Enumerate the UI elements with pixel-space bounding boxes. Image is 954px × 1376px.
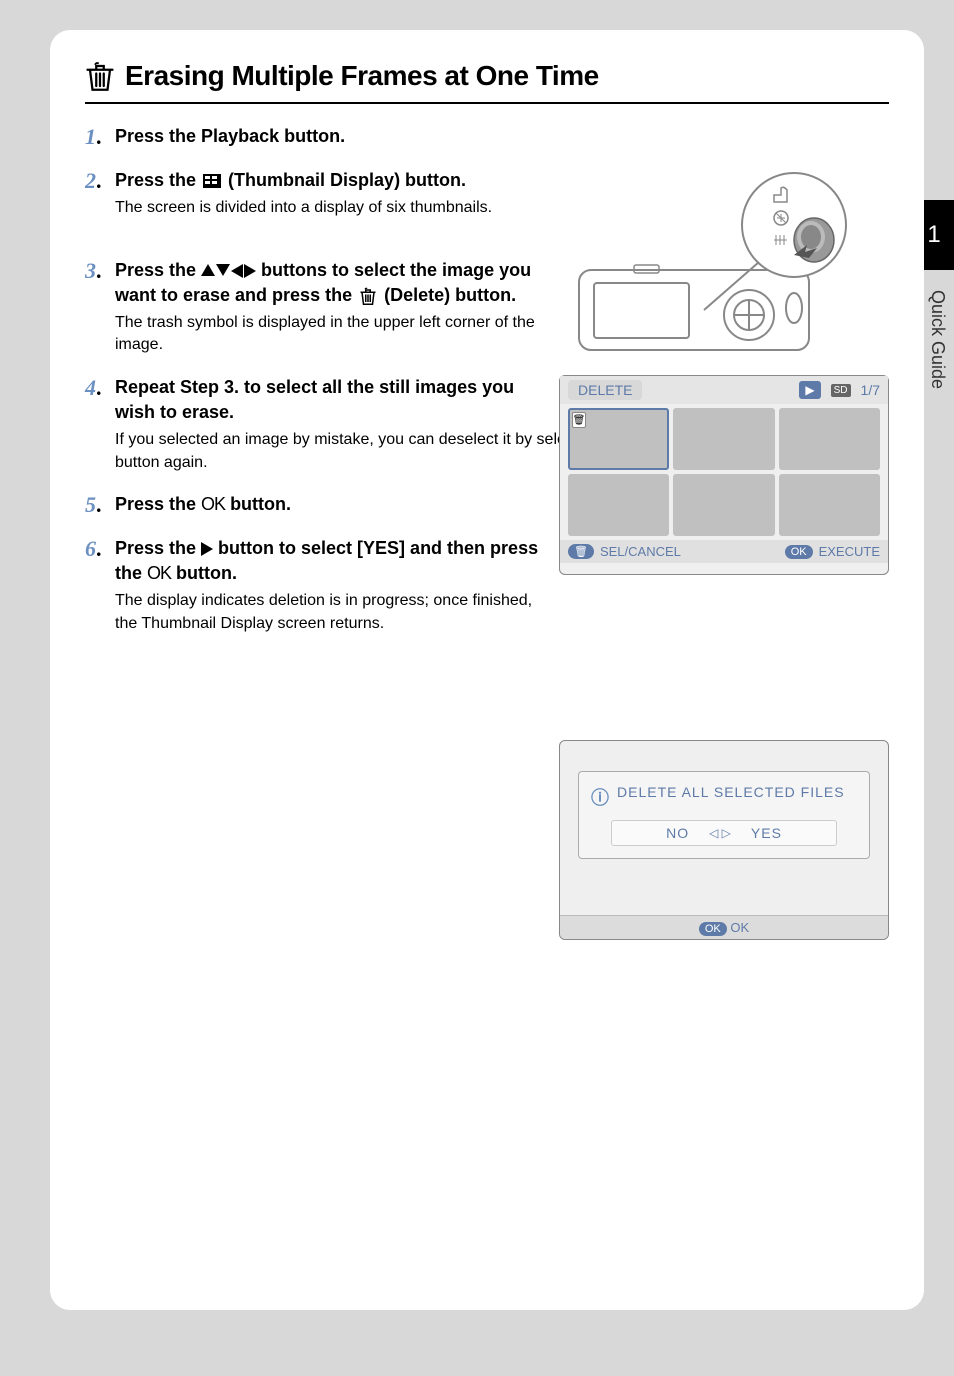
step-title: Press the (Thumbnail Display) button. xyxy=(115,168,545,193)
thumbnail-footer: 🗑 SEL/CANCEL OK EXECUTE xyxy=(560,540,888,563)
thumbnail-display-icon xyxy=(203,174,221,188)
step-number: 3. xyxy=(85,258,115,357)
thumbnail-item[interactable] xyxy=(568,474,669,536)
step-number: 6. xyxy=(85,536,115,635)
no-button[interactable]: NO xyxy=(666,825,689,841)
ok-badge: OK xyxy=(699,922,727,936)
chapter-number: 1 xyxy=(927,221,940,249)
thumbnail-grid: 🗑 xyxy=(560,404,888,540)
confirm-dialog: ⓘ DELETE ALL SELECTED FILES NO ◁ ▷ YES xyxy=(578,771,870,859)
step-title: Repeat Step 3. to select all the still i… xyxy=(115,375,545,425)
delete-mode-label: DELETE xyxy=(568,380,642,400)
step-title: Press the buttons to select the image yo… xyxy=(115,258,545,308)
step-description: The trash symbol is displayed in the upp… xyxy=(115,312,545,357)
chapter-label: Quick Guide xyxy=(927,290,948,389)
step-description: The display indicates deletion is in pro… xyxy=(115,590,545,635)
section-title: Erasing Multiple Frames at One Time xyxy=(125,60,599,92)
confirm-message: DELETE ALL SELECTED FILES xyxy=(617,784,845,800)
thumbnail-item[interactable] xyxy=(779,474,880,536)
ok-label: OK xyxy=(730,920,749,935)
step-title: Press the OK button. xyxy=(115,492,545,517)
step-number: 5. xyxy=(85,492,115,518)
thumbnail-header: DELETE ▶ SD 1/7 xyxy=(560,376,888,404)
step-title: Press the Playback button. xyxy=(115,124,545,149)
sd-card-icon: SD xyxy=(831,384,851,397)
step-number: 4. xyxy=(85,375,115,474)
dpad-icon xyxy=(201,264,256,278)
thumbnail-item[interactable]: 🗑 xyxy=(568,408,669,470)
section-header: Erasing Multiple Frames at One Time xyxy=(85,60,889,104)
page-indicator: 1/7 xyxy=(861,382,880,398)
right-arrow-icon xyxy=(201,542,213,556)
thumbnail-item[interactable] xyxy=(673,408,774,470)
execute-label: EXECUTE xyxy=(819,544,880,559)
thumbnail-item[interactable] xyxy=(673,474,774,536)
step-number: 1. xyxy=(85,124,115,150)
confirm-buttons: NO ◁ ▷ YES xyxy=(611,820,837,846)
ok-badge: OK xyxy=(785,545,813,559)
thumbnail-item[interactable] xyxy=(779,408,880,470)
confirm-dialog-screen: ⓘ DELETE ALL SELECTED FILES NO ◁ ▷ YES O… xyxy=(559,740,889,940)
delete-icon xyxy=(359,286,377,306)
trash-mark-icon: 🗑 xyxy=(572,412,586,428)
trash-icon: 🗑 xyxy=(568,544,594,559)
thumbnail-display-screen: DELETE ▶ SD 1/7 🗑 🗑 SEL/CANCEL OK EXECUT… xyxy=(559,375,889,575)
camera-illustration xyxy=(559,170,889,360)
confirm-footer: OK OK xyxy=(560,915,888,939)
ok-icon: OK xyxy=(201,494,225,514)
info-icon: ⓘ xyxy=(591,784,609,810)
yes-button[interactable]: YES xyxy=(751,825,782,841)
ok-icon: OK xyxy=(147,563,171,583)
step-1: 1. Press the Playback button. xyxy=(85,124,889,150)
page-content: Erasing Multiple Frames at One Time 1. P… xyxy=(50,30,924,1310)
arrow-indicator: ◁ ▷ xyxy=(709,826,731,840)
sel-cancel-label: SEL/CANCEL xyxy=(600,544,681,559)
play-icon: ▶ xyxy=(799,381,820,399)
step-number: 2. xyxy=(85,168,115,220)
step-description: The screen is divided into a display of … xyxy=(115,197,545,219)
trash-icon xyxy=(85,61,115,91)
step-title: Press the button to select [YES] and the… xyxy=(115,536,545,586)
